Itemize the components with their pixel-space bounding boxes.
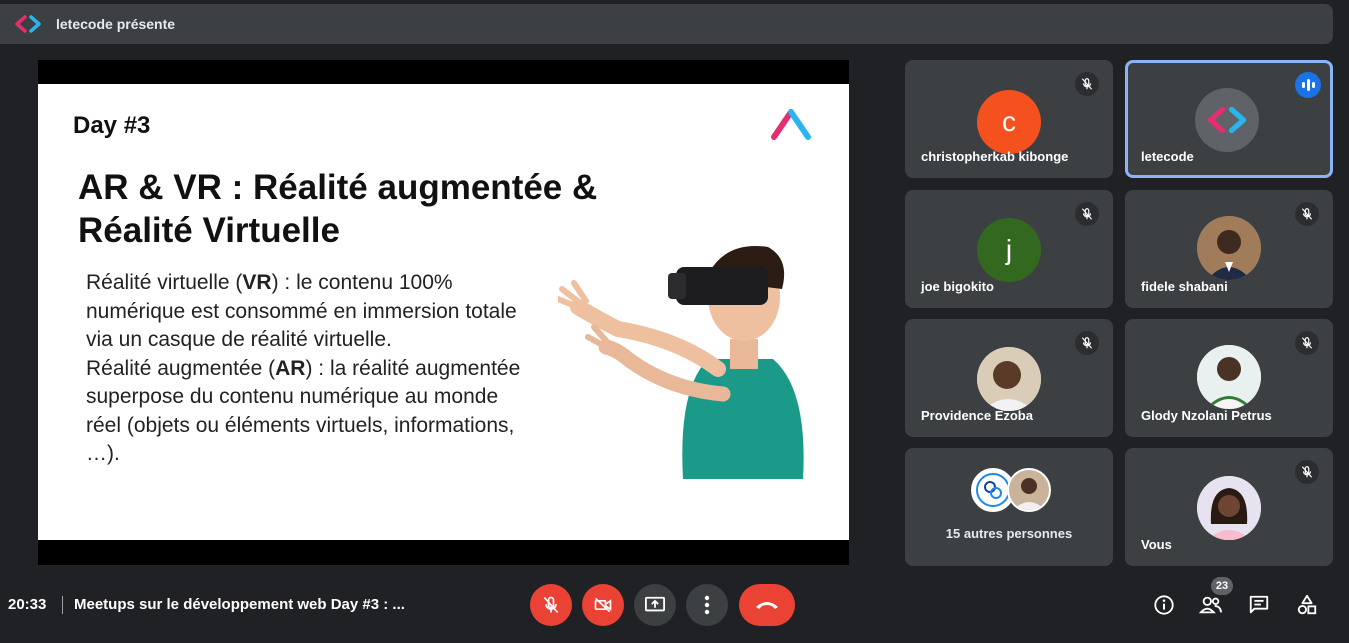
- divider: [62, 596, 63, 614]
- chat-icon: [1249, 595, 1269, 614]
- avatar-photo: [1197, 216, 1261, 280]
- participant-tile[interactable]: c christopherkab kibonge: [905, 60, 1113, 178]
- vr-headset-person-image: [558, 246, 804, 479]
- leave-call-button[interactable]: [739, 584, 795, 626]
- hang-up-icon: [756, 602, 778, 609]
- participant-tile[interactable]: Glody Nzolani Petrus: [1125, 319, 1333, 437]
- other-participants-tile[interactable]: 15 autres personnes: [905, 448, 1113, 566]
- info-icon: [1154, 595, 1174, 615]
- avatar-photo: [1197, 476, 1261, 540]
- activities-icon: [1297, 594, 1317, 615]
- more-vert-icon: [704, 595, 710, 615]
- mic-off-icon: [1075, 72, 1099, 96]
- avatar-photo: [1007, 468, 1051, 512]
- camera-toggle-button[interactable]: [582, 584, 624, 626]
- presentation-slide: Day #3 AR & VR : Réalité augmentée & Réa…: [38, 84, 849, 540]
- mic-off-icon: [1295, 460, 1319, 484]
- participant-name: Providence Ezoba: [921, 408, 1033, 423]
- participant-name: letecode: [1141, 149, 1194, 164]
- avatar-photo: [977, 347, 1041, 411]
- letecode-logo-icon: [15, 15, 41, 33]
- participant-tile-active[interactable]: letecode: [1125, 60, 1333, 178]
- participant-name: christopherkab kibonge: [921, 149, 1069, 164]
- participant-tile[interactable]: Providence Ezoba: [905, 319, 1113, 437]
- call-controls-bar: 20:33 Meetups sur le développement web D…: [0, 577, 1349, 630]
- brand-logo-icon: [771, 109, 811, 140]
- participant-name: fidele shabani: [1141, 279, 1228, 294]
- participant-count-badge: 23: [1211, 577, 1233, 595]
- participant-name: Vous: [1141, 537, 1172, 552]
- camera-off-icon: [594, 597, 612, 613]
- participant-tile[interactable]: fidele shabani: [1125, 190, 1333, 308]
- shared-screen: Day #3 AR & VR : Réalité augmentée & Réa…: [38, 60, 849, 565]
- other-participants-label: 15 autres personnes: [945, 526, 1073, 541]
- mic-off-icon: [1075, 202, 1099, 226]
- participants-button[interactable]: [1198, 592, 1224, 618]
- mic-off-icon: [543, 596, 559, 614]
- avatar: c: [977, 90, 1041, 154]
- people-icon: [1199, 596, 1223, 614]
- slide-body: Réalité virtuelle (VR) : le contenu 100%…: [86, 271, 521, 465]
- present-screen-button[interactable]: [634, 584, 676, 626]
- meeting-title[interactable]: Meetups sur le développement web Day #3 …: [74, 596, 405, 613]
- activities-button[interactable]: [1294, 592, 1320, 618]
- mic-off-icon: [1075, 331, 1099, 355]
- avatar-photo: [1197, 345, 1261, 409]
- chat-button[interactable]: [1246, 592, 1272, 618]
- mic-toggle-button[interactable]: [530, 584, 572, 626]
- avatar: j: [977, 218, 1041, 282]
- letecode-logo-icon: [1207, 106, 1247, 134]
- mic-off-icon: [1295, 202, 1319, 226]
- more-options-button[interactable]: [686, 584, 728, 626]
- present-screen-icon: [645, 596, 665, 612]
- participant-tile[interactable]: j joe bigokito: [905, 190, 1113, 308]
- speaking-indicator-icon: [1295, 72, 1321, 98]
- mic-off-icon: [1295, 331, 1319, 355]
- participant-tile-self[interactable]: Vous: [1125, 448, 1333, 566]
- participant-name: Glody Nzolani Petrus: [1141, 408, 1272, 423]
- slide-day: Day #3: [73, 112, 151, 139]
- participant-name: joe bigokito: [921, 279, 994, 294]
- presenter-label: letecode présente: [56, 16, 176, 32]
- presenter-bar[interactable]: letecode présente: [0, 4, 1333, 44]
- avatar: [1195, 88, 1259, 152]
- clock: 20:33: [8, 596, 47, 613]
- meeting-details-button[interactable]: [1151, 592, 1177, 618]
